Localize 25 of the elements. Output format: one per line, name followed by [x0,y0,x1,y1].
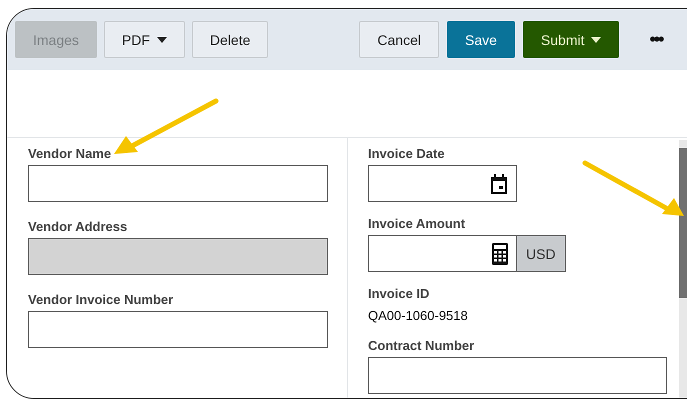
toolbar-button[interactable]: Cancel [359,21,439,58]
currency-addon: USD [517,235,566,272]
toolbar-button[interactable]: Save [446,21,515,58]
amount-field[interactable] [368,235,517,272]
input-field[interactable] [28,165,328,202]
dropdown-button[interactable]: Submit [522,21,620,58]
scrollbar[interactable] [679,140,687,398]
field-label: Invoice Date [368,146,446,162]
date-field[interactable] [368,165,517,202]
field-label: Invoice ID [368,286,430,302]
more-button[interactable]: ••• [647,21,664,58]
field-label: Vendor Name [28,146,112,162]
input-field[interactable] [368,357,667,394]
field-label: Invoice Amount [368,216,466,232]
toolbar-button[interactable]: Delete [192,21,268,58]
caret-icon [591,36,602,42]
field-label: Vendor Address [28,219,128,235]
dropdown-button[interactable]: PDF [104,21,185,58]
calculator-icon [492,242,508,264]
field-value: QA00-1060-9518 [368,308,469,324]
field-label: Contract Number [368,338,476,354]
calendar-icon [490,174,508,194]
field-label: Vendor Invoice Number [28,292,174,308]
input-field[interactable] [28,311,328,348]
caret-icon [156,36,167,42]
